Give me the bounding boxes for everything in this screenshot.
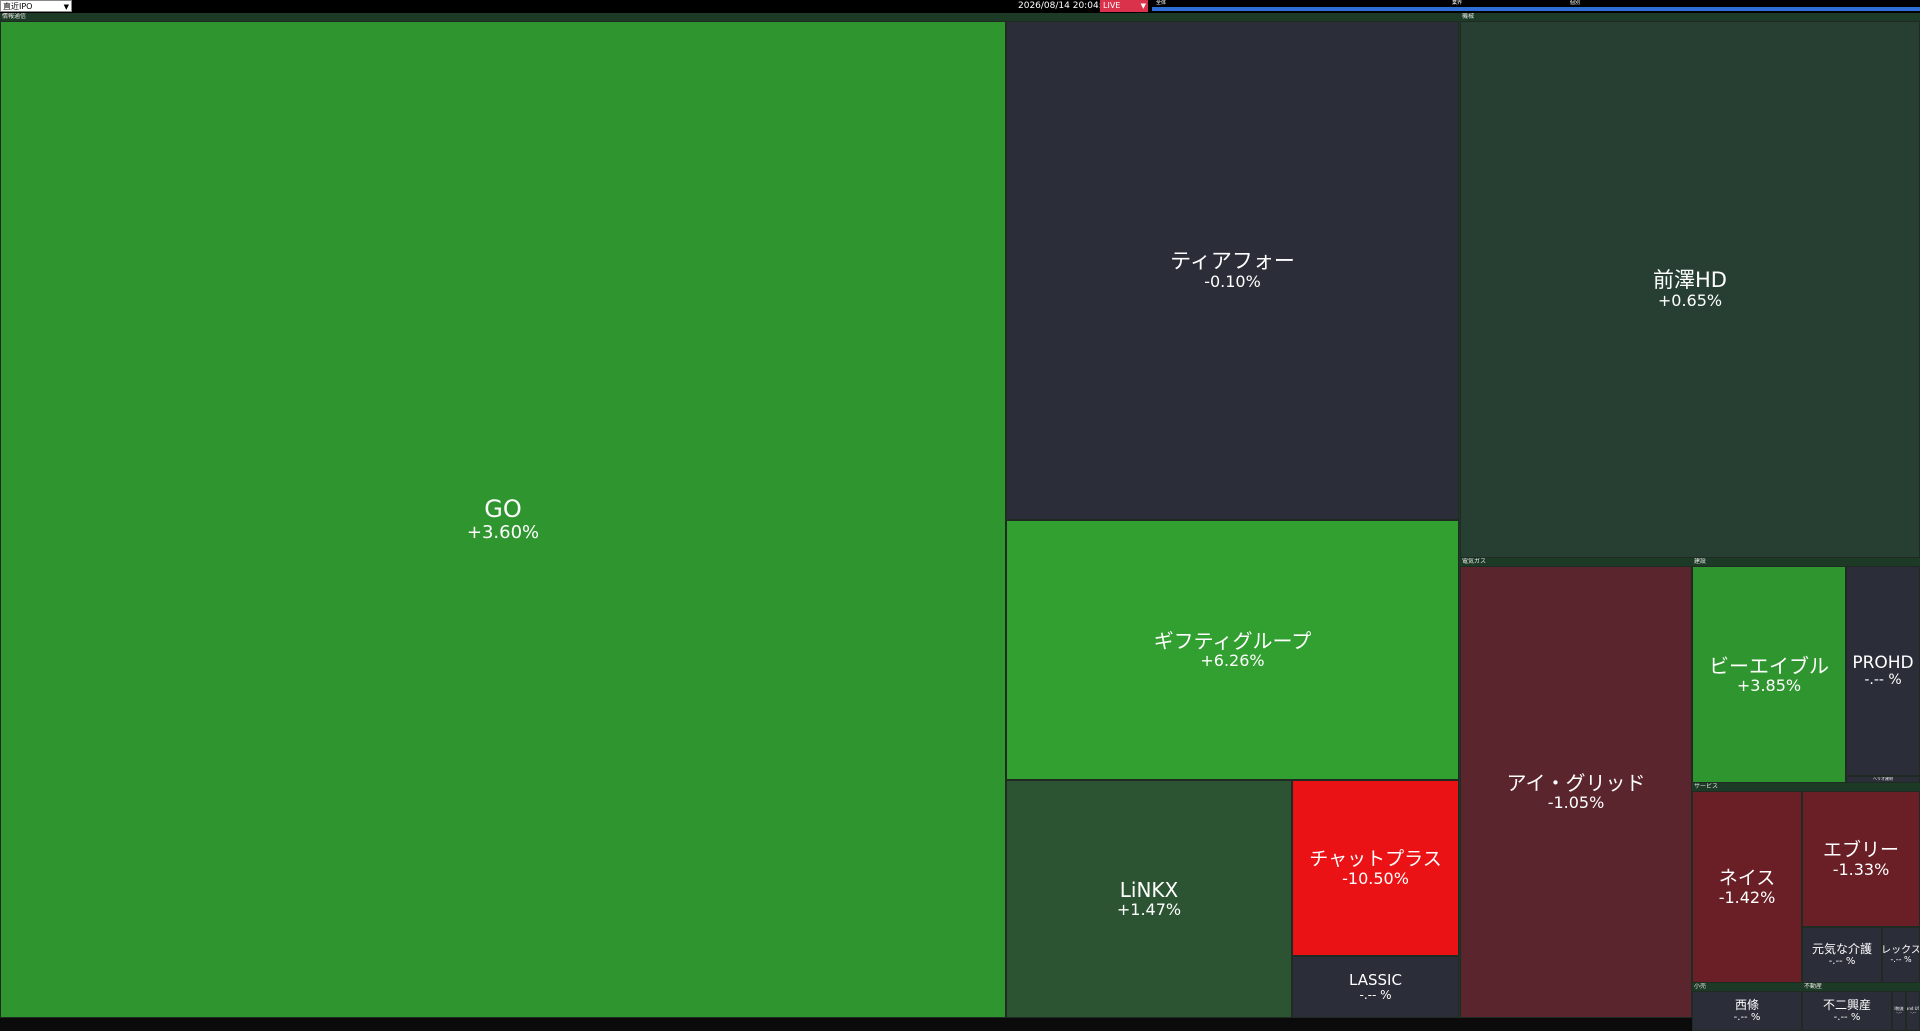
stock-name: GO	[484, 495, 522, 524]
stock-change: -1.33%	[1832, 859, 1890, 879]
stock-name: エブリー	[1822, 838, 1899, 861]
stock-tile[interactable]: LiNKX +1.47%	[1006, 780, 1292, 1018]
stock-name: ティアフォー	[1170, 249, 1295, 274]
stock-name: ネイス	[1718, 866, 1776, 889]
stock-tile[interactable]: ティアフォー -0.10%	[1006, 21, 1459, 520]
stock-change: +1.47%	[1116, 900, 1182, 920]
mode-select-value: LIVE	[1103, 1, 1121, 10]
stock-tile[interactable]: ビーエイブル +3.85%	[1692, 566, 1846, 783]
market-select[interactable]: 直近IPO ▼	[0, 0, 72, 12]
stock-tile[interactable]: アイ・グリッド -1.05%	[1460, 566, 1692, 1018]
scale-slider-track[interactable]	[1152, 7, 1920, 11]
scale-slider[interactable]: 全体 業界 個別	[1152, 0, 1920, 12]
stock-change: -.-- %	[1828, 956, 1856, 968]
stock-name: PROHD	[1852, 652, 1914, 673]
stock-tile[interactable]: エブリー -1.33%	[1802, 791, 1920, 927]
sector-header: サービス	[1694, 783, 1719, 790]
stock-tile[interactable]: レックス -.-- %	[1882, 927, 1920, 983]
scale-label-sector: 業界	[1452, 0, 1463, 6]
stock-name: 不二興産	[1822, 997, 1871, 1012]
stock-tile[interactable]: 前澤HD +0.65%	[1460, 21, 1920, 558]
stock-change: +6.26%	[1200, 651, 1265, 671]
market-select-value: 直近IPO	[3, 2, 33, 11]
stock-change: -.--	[1910, 1010, 1916, 1015]
stock-name: チャットプラス	[1309, 847, 1442, 870]
stock-name: 元気な介護	[1811, 941, 1872, 956]
stock-change: -10.50%	[1342, 868, 1409, 888]
chevron-down-icon: ▼	[63, 3, 69, 11]
sector-header: 機械	[1462, 13, 1475, 20]
stock-name: LiNKX	[1119, 878, 1179, 903]
stock-tile[interactable]: ヘリオ建材	[1846, 776, 1920, 783]
stock-tile[interactable]: 元気な介護 -.-- %	[1802, 927, 1882, 983]
stock-change: -.--	[1896, 1010, 1902, 1015]
stock-tile[interactable]: LASSIC -.-- %	[1292, 956, 1459, 1018]
stock-change: -0.10%	[1204, 272, 1261, 292]
stock-name: ビーエイブル	[1709, 653, 1829, 678]
stock-name: ギフティグループ	[1153, 629, 1312, 654]
stock-tile[interactable]: and US -.--	[1906, 991, 1920, 1031]
stock-change: -1.42%	[1718, 887, 1776, 907]
stock-tile[interactable]: ネイス -1.42%	[1692, 791, 1802, 983]
top-toolbar: 直近IPO ▼ 2026/08/14 20:04:13 LIVE ▼ 全体 業界…	[0, 0, 1920, 13]
stock-change: +3.85%	[1736, 675, 1802, 695]
stock-name: ヘリオ建材	[1873, 776, 1893, 782]
sector-header: 不動産	[1804, 983, 1823, 990]
stock-change: -.-- %	[1890, 955, 1912, 965]
sector-header: 建設	[1694, 558, 1707, 565]
mode-select[interactable]: LIVE ▼	[1100, 0, 1148, 12]
stock-tile[interactable]: 西條 -.-- %	[1692, 991, 1802, 1031]
stock-name: 前澤HD	[1653, 268, 1727, 293]
scale-label-stock: 個別	[1570, 0, 1581, 6]
stock-change: +3.60%	[466, 521, 540, 543]
sector-header: 情報通信	[2, 13, 27, 20]
sector-header: 電気ガス	[1462, 558, 1487, 565]
stock-name: アイ・グリッド	[1506, 771, 1646, 796]
stock-change: +0.65%	[1657, 291, 1723, 311]
stock-tile[interactable]: 不二興産 -.-- %	[1802, 991, 1892, 1031]
stock-change: -.-- %	[1864, 671, 1902, 688]
stock-name: 西條	[1734, 997, 1759, 1012]
chevron-down-icon: ▼	[1140, 2, 1146, 10]
scale-label-all: 全体	[1156, 0, 1167, 6]
stock-tile[interactable]: PROHD -.-- %	[1846, 566, 1920, 776]
stock-tile[interactable]: ギフティグループ +6.26%	[1006, 520, 1459, 780]
stock-tile[interactable]: GO +3.60%	[0, 21, 1006, 1018]
stock-name: LASSIC	[1349, 971, 1402, 990]
stock-change: -.-- %	[1359, 987, 1392, 1002]
stock-tile[interactable]: I物流 -.--	[1892, 991, 1906, 1031]
timestamp: 2026/08/14 20:04:13	[1018, 1, 1114, 11]
stock-tile[interactable]: チャットプラス -10.50%	[1292, 780, 1459, 956]
stock-change: -1.05%	[1547, 793, 1605, 813]
sector-header: 小売	[1694, 983, 1707, 990]
heatmap: 情報通信 GO +3.60% ティアフォー -0.10% ギフティグループ +6.26% Li…	[0, 13, 1920, 1031]
